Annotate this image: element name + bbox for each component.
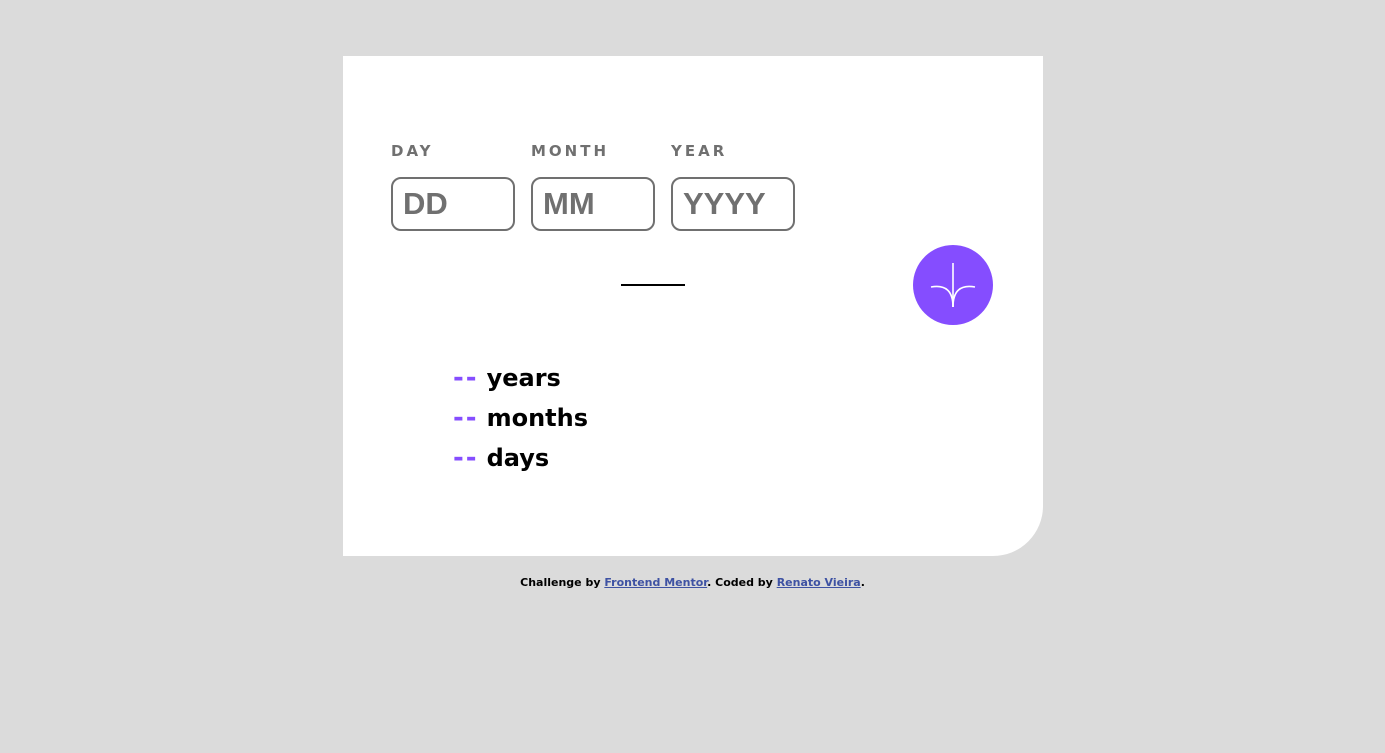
day-input[interactable] bbox=[391, 177, 515, 231]
years-unit: years bbox=[486, 364, 561, 392]
result-months: -- months bbox=[453, 398, 588, 438]
year-field: YEAR bbox=[671, 142, 795, 231]
result-years: -- years bbox=[453, 358, 588, 398]
day-field: DAY bbox=[391, 142, 515, 231]
submit-button[interactable] bbox=[913, 245, 993, 325]
frontend-mentor-link[interactable]: Frontend Mentor bbox=[604, 576, 707, 589]
month-field: MONTH bbox=[531, 142, 655, 231]
author-link[interactable]: Renato Vieira bbox=[777, 576, 861, 589]
days-unit: days bbox=[486, 444, 550, 472]
age-calculator-card: DAY MONTH YEAR --years --months --days bbox=[343, 56, 1043, 556]
arrow-down-icon bbox=[930, 263, 976, 308]
year-label: YEAR bbox=[671, 142, 728, 160]
month-label: MONTH bbox=[531, 142, 610, 160]
month-input[interactable] bbox=[531, 177, 655, 231]
years-value: -- bbox=[453, 363, 479, 393]
results-list: -- years -- months -- days bbox=[453, 358, 588, 478]
year-input[interactable] bbox=[671, 177, 795, 231]
attribution-footer: Challenge by Frontend Mentor. Coded by R… bbox=[0, 576, 1385, 589]
divider-line bbox=[621, 284, 685, 286]
result-days: -- days bbox=[453, 438, 588, 478]
attribution-middle: . Coded by bbox=[707, 576, 777, 589]
days-value: -- bbox=[453, 443, 479, 473]
attribution-prefix: Challenge by bbox=[520, 576, 605, 589]
day-label: DAY bbox=[391, 142, 434, 160]
months-unit: months bbox=[486, 404, 589, 432]
months-value: -- bbox=[453, 403, 479, 433]
attribution-suffix: . bbox=[860, 576, 865, 589]
